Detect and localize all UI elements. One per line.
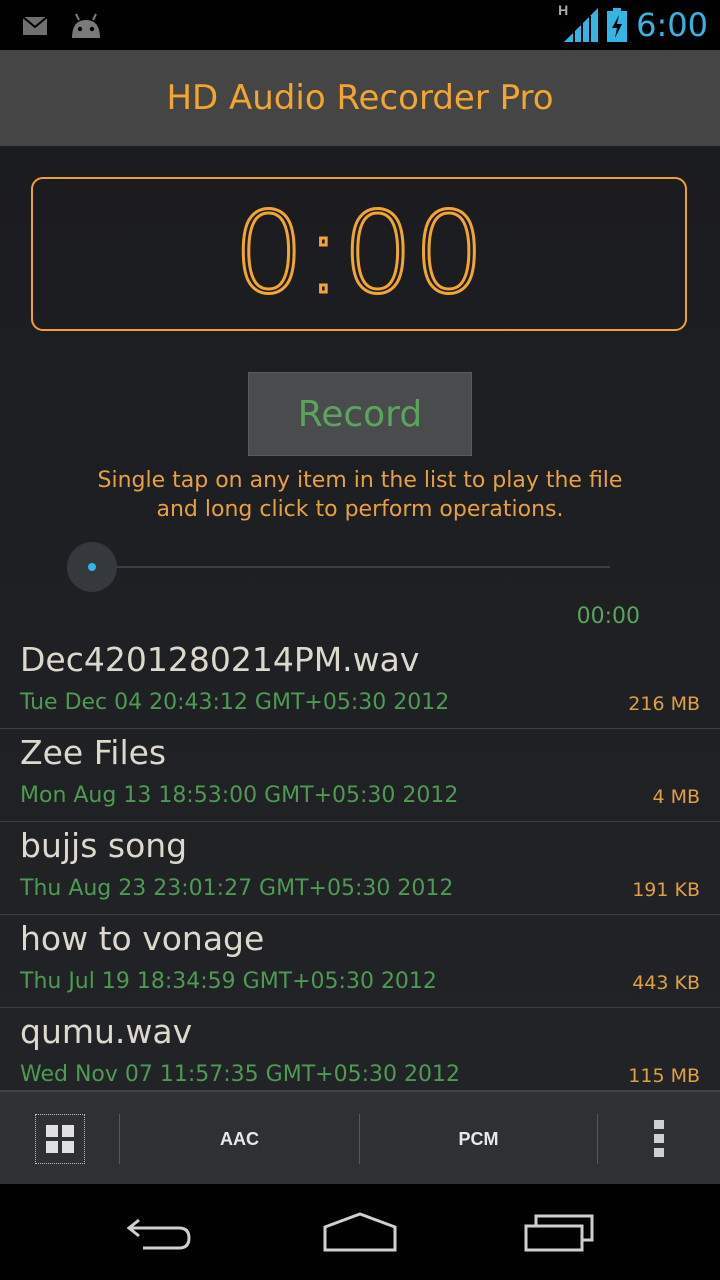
file-name: qumu.wav [20, 1012, 193, 1051]
android-icon [72, 13, 100, 38]
clock: 6:00 [636, 6, 708, 44]
list-item[interactable]: Zee Files Mon Aug 13 18:53:00 GMT+05:30 … [0, 729, 720, 822]
grid-icon [35, 1114, 85, 1164]
file-size: 443 KB [632, 972, 700, 994]
file-size: 191 KB [632, 879, 700, 901]
pcm-label: PCM [458, 1128, 499, 1149]
main-content: 0:00 Record Single tap on any item in th… [0, 146, 720, 1184]
back-button[interactable] [110, 1204, 210, 1260]
list-item[interactable]: qumu.wav Wed Nov 07 11:57:35 GMT+05:30 2… [0, 1008, 720, 1088]
app-title: HD Audio Recorder Pro [166, 78, 554, 118]
aac-button[interactable]: AAC [120, 1092, 359, 1186]
file-date: Wed Nov 07 11:57:35 GMT+05:30 2012 [20, 1062, 460, 1087]
gmail-icon [22, 16, 48, 35]
file-size: 4 MB [652, 786, 700, 808]
timer-value: 0:00 [232, 188, 487, 321]
list-item[interactable]: bujjs song Thu Aug 23 23:01:27 GMT+05:30… [0, 822, 720, 915]
back-icon [126, 1218, 191, 1250]
file-size: 115 MB [628, 1065, 700, 1087]
file-name: bujjs song [20, 826, 188, 865]
pcm-button[interactable]: PCM [360, 1092, 597, 1186]
file-size: 216 MB [628, 693, 700, 715]
grid-view-button[interactable] [0, 1092, 120, 1186]
bottom-action-bar: AAC PCM [0, 1090, 720, 1186]
recent-apps-icon [524, 1214, 594, 1252]
battery-charging-icon [607, 8, 628, 42]
seek-bar-dot [88, 563, 96, 571]
list-item[interactable]: how to vonage Thu Jul 19 18:34:59 GMT+05… [0, 915, 720, 1008]
overflow-menu-button[interactable] [598, 1092, 720, 1186]
instruction-line-1: Single tap on any item in the list to pl… [97, 468, 623, 493]
app-bar: HD Audio Recorder Pro [0, 50, 720, 146]
signal-icon: H [558, 2, 599, 42]
home-icon [323, 1212, 397, 1252]
navigation-bar [0, 1184, 720, 1280]
instruction-line-2: and long click to perform operations. [156, 497, 564, 522]
seek-bar-track[interactable] [92, 566, 610, 568]
file-name: how to vonage [20, 919, 265, 958]
screen: H 6:00 HD Audio Recorder Pro 0:00 Record… [0, 0, 720, 1280]
record-button[interactable]: Record [248, 372, 472, 456]
notification-icons [22, 12, 104, 40]
overflow-menu-icon [654, 1120, 664, 1157]
seek-bar-thumb[interactable] [67, 542, 117, 592]
file-date: Mon Aug 13 18:53:00 GMT+05:30 2012 [20, 783, 459, 808]
recent-apps-button[interactable] [510, 1204, 610, 1260]
aac-label: AAC [220, 1128, 259, 1149]
file-date: Thu Jul 19 18:34:59 GMT+05:30 2012 [20, 969, 437, 994]
file-name: Zee Files [20, 733, 167, 772]
list-item[interactable]: Dec4201280214PM.wav Tue Dec 04 20:43:12 … [0, 636, 720, 729]
system-icons: H 6:00 [558, 0, 708, 50]
home-button[interactable] [310, 1204, 410, 1260]
file-name: Dec4201280214PM.wav [20, 640, 420, 679]
status-bar: H 6:00 [0, 0, 720, 50]
elapsed-time: 00:00 [576, 604, 640, 629]
recordings-list: Dec4201280214PM.wav Tue Dec 04 20:43:12 … [0, 636, 720, 1088]
timer-display: 0:00 [31, 177, 687, 331]
file-date: Thu Aug 23 23:01:27 GMT+05:30 2012 [20, 876, 454, 901]
file-date: Tue Dec 04 20:43:12 GMT+05:30 2012 [20, 690, 450, 715]
instruction-text: Single tap on any item in the list to pl… [60, 466, 660, 524]
